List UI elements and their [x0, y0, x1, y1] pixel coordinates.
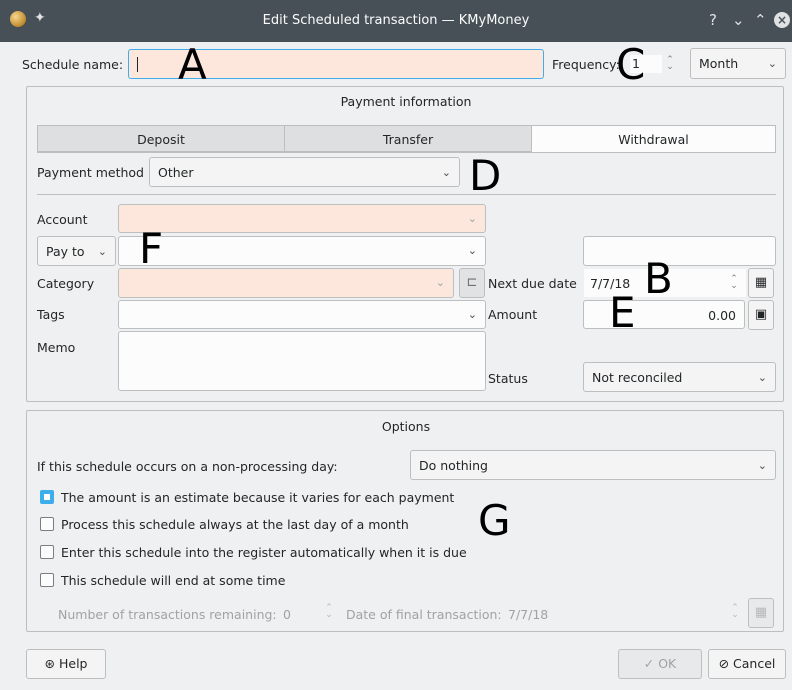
cancel-icon: ⊘ — [718, 656, 730, 671]
amount-input[interactable]: 0.00 — [583, 300, 745, 329]
end-schedule-checkbox-label: This schedule will end at some time — [61, 573, 286, 588]
calendar-icon[interactable]: ▦ — [748, 268, 774, 298]
category-select[interactable]: ⌄ — [118, 268, 454, 298]
chevron-down-icon: ⌄ — [441, 166, 451, 179]
spin-down-icon[interactable]: ⌄ — [728, 282, 740, 291]
checkmark-icon: ✓ — [643, 656, 655, 671]
annotation-g: G — [478, 496, 511, 545]
close-icon[interactable]: × — [774, 12, 790, 28]
payto-value: Pay to — [46, 244, 85, 259]
ok-button-label: OK — [658, 656, 677, 671]
payment-section-title: Payment information — [340, 94, 472, 109]
tags-select[interactable]: ⌄ — [118, 300, 486, 329]
amount-label: Amount — [488, 307, 538, 322]
final-date-value: 7/7/18 — [508, 607, 549, 622]
nonprocessing-select[interactable]: Do nothing ⌄ — [410, 450, 776, 480]
estimate-checkbox-label: The amount is an estimate because it var… — [61, 490, 455, 505]
memo-textarea[interactable] — [118, 331, 486, 391]
auto-enter-checkbox-label: Enter this schedule into the register au… — [61, 545, 467, 560]
estimate-checkbox[interactable] — [40, 490, 54, 504]
status-value: Not reconciled — [592, 370, 683, 385]
final-date-calendar-icon: ▦ — [748, 598, 774, 628]
frequency-unit-select[interactable]: Month ⌄ — [690, 48, 786, 79]
split-transaction-icon[interactable]: ⊏ — [459, 268, 485, 298]
help-icon[interactable]: ? — [709, 11, 717, 29]
payto-select[interactable]: Pay to ⌄ — [37, 236, 116, 266]
tab-withdrawal[interactable]: Withdrawal — [531, 125, 776, 153]
tab-baseline — [37, 152, 776, 153]
title-bar: ✦ Edit Scheduled transaction — KMyMoney … — [0, 0, 792, 42]
frequency-unit-value: Month — [699, 56, 739, 71]
help-icon: ⊛ — [44, 656, 55, 671]
tab-transfer[interactable]: Transfer — [284, 125, 532, 152]
tags-label: Tags — [37, 307, 65, 322]
help-button-label: Help — [58, 656, 88, 671]
remaining-value: 0 — [283, 607, 291, 622]
amount-value: 0.00 — [708, 308, 736, 323]
next-due-date-label: Next due date — [488, 276, 577, 291]
annotation-a: A — [178, 40, 207, 89]
cancel-button-label: Cancel — [733, 656, 776, 671]
remaining-label: Number of transactions remaining: — [58, 607, 277, 622]
auto-enter-checkbox[interactable] — [40, 545, 54, 559]
options-section-title: Options — [381, 419, 431, 434]
last-day-checkbox[interactable] — [40, 517, 54, 531]
nonprocessing-label: If this schedule occurs on a non-process… — [37, 459, 338, 474]
memo-label: Memo — [37, 340, 76, 355]
maximize-icon[interactable]: ⌃ — [754, 11, 767, 29]
schedule-name-label: Schedule name: — [22, 57, 124, 72]
annotation-e: E — [609, 288, 636, 337]
payee-select[interactable]: ⌄ — [118, 236, 486, 266]
window-title: Edit Scheduled transaction — KMyMoney — [262, 13, 530, 28]
status-select[interactable]: Not reconciled ⌄ — [583, 362, 776, 392]
chevron-down-icon: ⌄ — [467, 212, 477, 225]
text-cursor — [137, 57, 138, 72]
chevron-down-icon: ⌄ — [467, 308, 477, 321]
end-schedule-checkbox[interactable] — [40, 573, 54, 587]
frequency-label: Frequency: — [552, 57, 620, 72]
payment-method-value: Other — [158, 165, 194, 180]
spin-down-icon[interactable]: ⌄ — [664, 63, 676, 72]
annotation-c: C — [616, 40, 646, 89]
tab-deposit[interactable]: Deposit — [37, 125, 285, 152]
check-number-input[interactable] — [583, 236, 776, 266]
annotation-b: B — [644, 254, 673, 303]
account-select[interactable]: ⌄ — [118, 204, 486, 233]
chevron-down-icon: ⌄ — [767, 57, 777, 70]
ok-button[interactable]: ✓ OK — [618, 649, 702, 679]
payment-method-select[interactable]: Other ⌄ — [149, 157, 460, 187]
spin-down-icon: ⌄ — [325, 610, 333, 620]
chevron-down-icon: ⌄ — [757, 371, 767, 384]
cancel-button[interactable]: ⊘ Cancel — [708, 649, 786, 679]
annotation-d: D — [469, 151, 502, 200]
chevron-down-icon: ⌄ — [467, 244, 477, 257]
account-label: Account — [37, 212, 88, 227]
chevron-down-icon: ⌄ — [97, 245, 107, 258]
chevron-down-icon: ⌄ — [757, 459, 767, 472]
category-label: Category — [37, 276, 95, 291]
final-date-label: Date of final transaction: — [346, 607, 502, 622]
nonprocessing-value: Do nothing — [419, 458, 488, 473]
last-day-checkbox-label: Process this schedule always at the last… — [61, 517, 409, 532]
status-label: Status — [488, 371, 528, 386]
calculator-icon[interactable]: ▣ — [748, 300, 774, 330]
payment-method-label: Payment method — [37, 165, 144, 180]
divider — [37, 194, 776, 195]
help-button[interactable]: ⊛ Help — [26, 649, 106, 679]
spin-down-icon: ⌄ — [731, 610, 739, 620]
annotation-f: F — [139, 224, 164, 273]
minimize-icon[interactable]: ⌄ — [732, 11, 745, 29]
chevron-down-icon: ⌄ — [435, 276, 445, 289]
